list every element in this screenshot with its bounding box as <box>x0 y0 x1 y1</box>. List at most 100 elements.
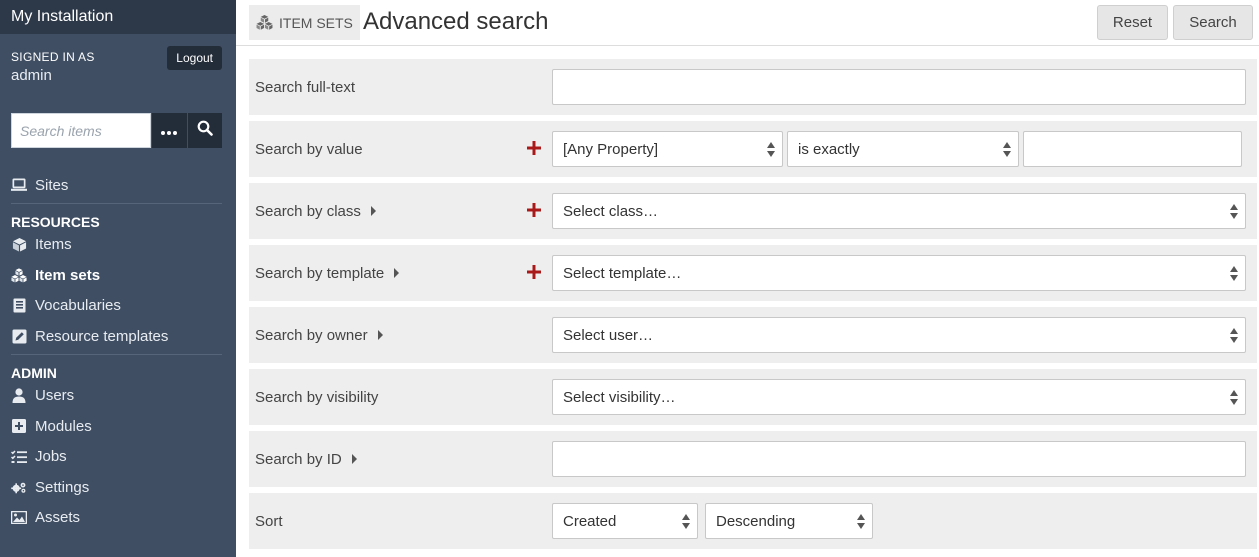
breadcrumb-label: ITEM SETS <box>279 14 353 31</box>
fulltext-row: Search full-text <box>249 59 1257 115</box>
sidebar-item-label: Assets <box>35 509 81 527</box>
label-text: Search by template <box>255 264 385 282</box>
caret-right-icon <box>377 330 383 340</box>
property-select[interactable]: [Any Property] <box>552 131 783 167</box>
value-row: Search by value [Any Property] is exactl… <box>249 121 1257 177</box>
sidebar-item-vocabularies[interactable]: Vocabularies <box>11 291 222 322</box>
gears-icon <box>11 479 27 495</box>
sidebar-item-label: Items <box>35 236 72 254</box>
laptop-icon <box>11 177 27 193</box>
search-options-button[interactable] <box>151 113 187 148</box>
add-template-button[interactable] <box>526 261 542 283</box>
template-row: Search by template Select template… <box>249 245 1257 301</box>
label-text: Search by class <box>255 202 361 220</box>
sidebar-item-label: Item sets <box>35 266 101 284</box>
main-content: ITEM SETS Advanced search Reset Search S… <box>236 0 1259 557</box>
search-button[interactable]: Search <box>1173 5 1253 40</box>
sidebar-item-label: Settings <box>35 478 90 496</box>
caret-right-icon <box>351 454 357 464</box>
sidebar-item-users[interactable]: Users <box>11 381 222 412</box>
sidebar-item-label: Resource templates <box>35 327 169 345</box>
label-text: Sort <box>255 512 283 530</box>
page-header: ITEM SETS Advanced search Reset Search <box>236 0 1259 46</box>
operator-select[interactable]: is exactly <box>787 131 1019 167</box>
add-class-button[interactable] <box>526 199 542 221</box>
select-value: Select user… <box>563 326 654 344</box>
value-input[interactable] <box>1023 131 1242 167</box>
visibility-row: Search by visibility Select visibility… <box>249 369 1257 425</box>
select-value: Select class… <box>563 202 659 220</box>
owner-row: Search by owner Select user… <box>249 307 1257 363</box>
value-label: Search by value <box>255 121 363 177</box>
class-select[interactable]: Select class… <box>552 193 1246 229</box>
owner-select[interactable]: Select user… <box>552 317 1246 353</box>
fulltext-label: Search full-text <box>255 59 355 115</box>
breadcrumb[interactable]: ITEM SETS <box>249 5 360 40</box>
select-arrows-icon <box>1230 328 1238 344</box>
select-value: Descending <box>716 512 796 530</box>
label-text: Search full-text <box>255 78 356 96</box>
plus-square-icon <box>11 418 27 434</box>
class-row: Search by class Select class… <box>249 183 1257 239</box>
fulltext-input[interactable] <box>552 69 1246 105</box>
sidebar-item-jobs[interactable]: Jobs <box>11 442 222 473</box>
sidebar-item-settings[interactable]: Settings <box>11 472 222 503</box>
sidebar-item-items[interactable]: Items <box>11 230 222 261</box>
sidebar-item-assets[interactable]: Assets <box>11 503 222 534</box>
id-label[interactable]: Search by ID <box>255 431 357 487</box>
visibility-select[interactable]: Select visibility… <box>552 379 1246 415</box>
id-input[interactable] <box>552 441 1246 477</box>
select-arrows-icon <box>1003 142 1011 158</box>
sidebar-item-item-sets[interactable]: Item sets <box>11 260 222 291</box>
admin-heading: ADMIN <box>11 364 57 381</box>
sort-row: Sort Created Descending <box>249 493 1257 549</box>
caret-right-icon <box>370 206 376 216</box>
owner-label[interactable]: Search by owner <box>255 307 383 363</box>
select-arrows-icon <box>1230 204 1238 220</box>
select-value: [Any Property] <box>563 140 659 158</box>
sidebar-item-label: Users <box>35 387 75 405</box>
page-title: Advanced search <box>363 8 549 35</box>
search-icon <box>197 120 213 141</box>
select-value: Created <box>563 512 617 530</box>
cube-icon <box>11 237 27 253</box>
label-text: Search by owner <box>255 326 368 344</box>
select-arrows-icon <box>767 142 775 158</box>
sidebar-item-modules[interactable]: Modules <box>11 411 222 442</box>
label-text: Search by visibility <box>255 388 379 406</box>
add-value-button[interactable] <box>526 137 542 159</box>
sidebar-item-resource-templates[interactable]: Resource templates <box>11 321 222 352</box>
caret-right-icon <box>394 268 400 278</box>
task-list-icon <box>11 449 27 465</box>
sidebar-item-sites[interactable]: Sites <box>11 170 222 201</box>
installation-title[interactable]: My Installation <box>0 0 236 34</box>
sidebar-item-label: Jobs <box>35 448 67 466</box>
divider <box>11 202 222 204</box>
sort-order-select[interactable]: Descending <box>705 503 873 539</box>
ellipsis-icon <box>161 122 178 140</box>
search-submit-button[interactable] <box>186 113 222 148</box>
sidebar-search <box>11 113 222 148</box>
user-icon <box>11 388 27 404</box>
template-select[interactable]: Select template… <box>552 255 1246 291</box>
image-icon <box>11 510 27 526</box>
sidebar-nav: Sites RESOURCES Items Item sets Vocabula… <box>11 170 222 533</box>
label-text: Search by value <box>255 140 363 158</box>
search-input[interactable] <box>11 113 151 148</box>
sidebar-item-label: Sites <box>35 176 69 194</box>
template-label[interactable]: Search by template <box>255 245 400 301</box>
select-value: is exactly <box>798 140 860 158</box>
cubes-icon <box>256 15 273 30</box>
sidebar-item-label: Modules <box>35 417 92 435</box>
select-arrows-icon <box>1230 390 1238 406</box>
sidebar: My Installation SIGNED IN AS admin Logou… <box>0 0 236 557</box>
logout-button[interactable]: Logout <box>167 46 222 70</box>
sort-label: Sort <box>255 493 283 549</box>
sort-by-select[interactable]: Created <box>552 503 698 539</box>
pencil-square-icon <box>11 328 27 344</box>
class-label[interactable]: Search by class <box>255 183 376 239</box>
select-arrows-icon <box>857 514 865 530</box>
reset-button[interactable]: Reset <box>1097 5 1168 40</box>
cubes-icon <box>11 267 27 283</box>
select-value: Select template… <box>563 264 682 282</box>
